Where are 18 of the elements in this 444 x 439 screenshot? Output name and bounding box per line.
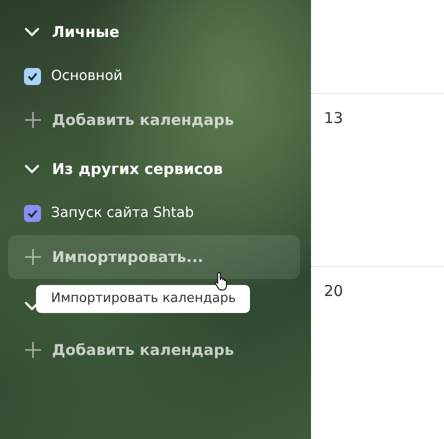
calendar-name: Основной [51,68,123,84]
tooltip: Импортировать календарь [36,285,250,313]
add-calendar-button[interactable]: Импортировать... [8,235,300,279]
add-calendar-button[interactable]: Добавить календарь [8,98,300,142]
checkbox[interactable] [24,68,41,84]
section-header[interactable]: Из других сервисов [24,160,223,178]
checkbox[interactable] [24,204,41,222]
day-number: 13 [324,109,344,127]
checkmark-icon [27,72,38,80]
add-calendar-button[interactable]: Добавить календарь [8,328,300,372]
checkmark-icon [27,208,38,218]
hand-cursor-icon [214,271,230,291]
calendar-name: Запуск сайта Shtab [51,205,194,221]
plus-icon [24,248,42,266]
section-header[interactable]: Личные [24,23,120,41]
plus-icon [24,341,42,359]
day-number: 20 [324,282,344,300]
plus-icon [24,111,42,129]
